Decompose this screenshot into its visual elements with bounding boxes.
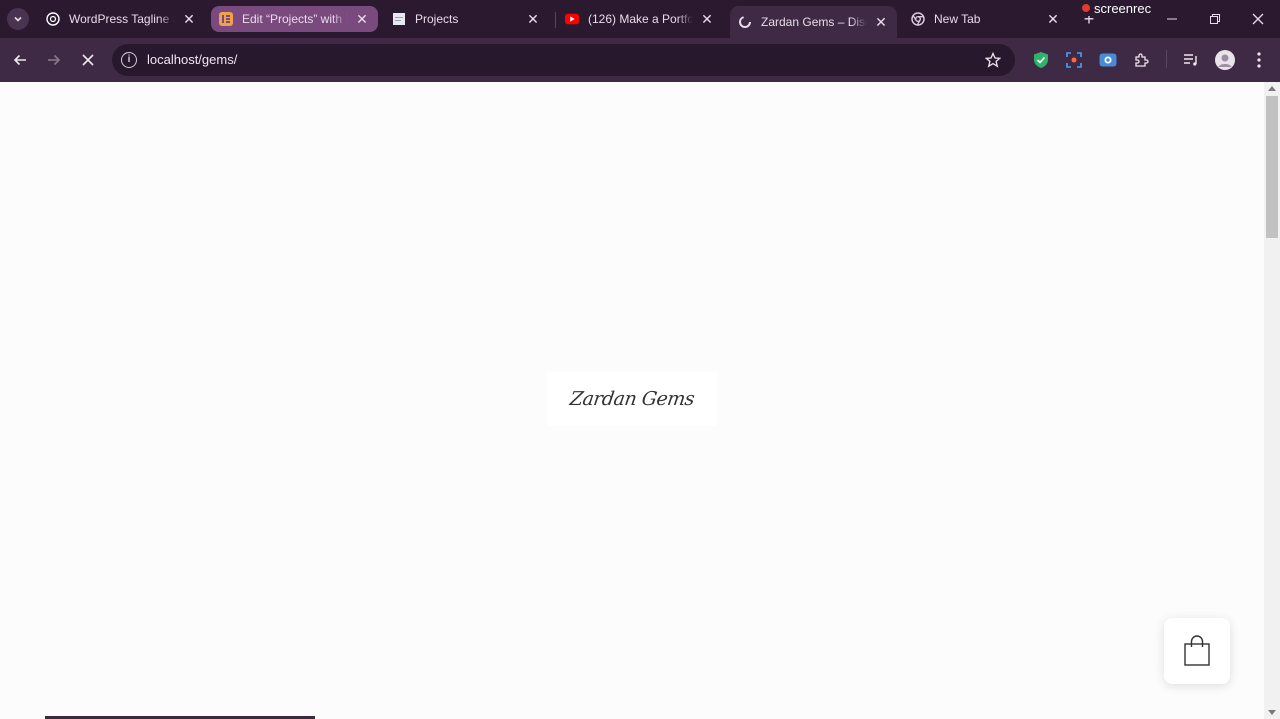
screenrec-extension-icon[interactable] [1097, 49, 1119, 71]
tab-strip: WordPress Tagline Suggestions ✕ Edit “Pr… [0, 0, 1280, 38]
profile-avatar[interactable] [1214, 49, 1236, 71]
tab-title: Projects [415, 12, 459, 26]
screenrec-label: screenrec [1094, 0, 1152, 16]
tab-youtube[interactable]: (126) Make a Portfolio ✕ [557, 6, 723, 32]
tab-title: Zardan Gems – Discover [761, 15, 867, 29]
minimize-button[interactable] [1160, 8, 1184, 30]
tab-wordpress-tagline[interactable]: WordPress Tagline Suggestions ✕ [38, 6, 205, 32]
loading-icon [738, 15, 752, 29]
close-icon[interactable]: ✕ [699, 11, 715, 27]
elementor-icon [219, 12, 233, 26]
tab-title: New Tab [934, 12, 981, 26]
shopping-bag-icon [1184, 635, 1210, 666]
chevron-down-icon [14, 16, 22, 22]
browser-toolbar: i localhost/gems/ [0, 38, 1280, 82]
site-logo[interactable]: Zardan Gems [547, 372, 717, 426]
bookmark-star-icon[interactable] [983, 50, 1003, 70]
tab-title: (126) Make a Portfolio [588, 12, 693, 26]
arrow-left-icon [13, 54, 26, 66]
back-button[interactable] [7, 47, 33, 73]
tab-edit-projects[interactable]: Edit “Projects” with Elementor ✕ [211, 6, 378, 32]
forward-button[interactable] [41, 47, 67, 73]
minimize-icon [1167, 18, 1177, 20]
chatgpt-icon [46, 12, 60, 26]
close-icon[interactable]: ✕ [181, 11, 197, 27]
chrome-icon [911, 12, 925, 26]
tab-search-button[interactable] [7, 8, 29, 30]
tab-title: WordPress Tagline Suggestions [69, 12, 175, 26]
toolbar-separator [1166, 50, 1167, 68]
site-info-icon[interactable]: i [121, 52, 137, 68]
screenrec-badge: screenrec [1074, 0, 1158, 16]
record-dot-icon [1082, 4, 1090, 12]
tab-zardan-gems[interactable]: Zardan Gems – Discover ✕ [730, 6, 897, 38]
page-viewport: Zardan Gems [0, 82, 1264, 719]
tab-separator [555, 12, 556, 28]
close-icon [82, 54, 94, 66]
arrow-right-icon [48, 54, 61, 66]
scroll-up-arrow-icon[interactable] [1268, 86, 1276, 91]
shield-extension-icon[interactable] [1030, 49, 1052, 71]
menu-kebab-icon[interactable] [1248, 49, 1270, 71]
cart-button[interactable] [1164, 618, 1230, 684]
stop-loading-button[interactable] [75, 47, 101, 73]
tab-new-tab[interactable]: New Tab ✕ [903, 6, 1069, 32]
tab-projects[interactable]: Projects ✕ [384, 6, 549, 32]
youtube-icon [565, 12, 579, 26]
close-icon[interactable]: ✕ [354, 11, 370, 27]
address-bar[interactable]: i localhost/gems/ [112, 44, 1015, 76]
close-window-button[interactable] [1246, 8, 1270, 30]
restore-icon [1210, 14, 1220, 24]
tab-title: Edit “Projects” with Elementor [242, 12, 348, 26]
close-icon[interactable]: ✕ [1045, 11, 1061, 27]
close-icon[interactable]: ✕ [873, 14, 889, 30]
restore-button[interactable] [1203, 8, 1227, 30]
media-controls-icon[interactable] [1180, 49, 1202, 71]
extensions-puzzle-icon[interactable] [1131, 49, 1153, 71]
scrollbar-thumb[interactable] [1266, 96, 1278, 238]
screenshot-extension-icon[interactable] [1063, 49, 1085, 71]
close-icon [1252, 13, 1264, 25]
close-icon[interactable]: ✕ [525, 11, 541, 27]
logo-text: Zardan Gems [568, 388, 696, 410]
scroll-down-arrow-icon[interactable] [1268, 710, 1276, 715]
url-text[interactable]: localhost/gems/ [147, 52, 237, 67]
page-scrollbar[interactable] [1264, 82, 1280, 719]
page-icon [392, 12, 406, 26]
